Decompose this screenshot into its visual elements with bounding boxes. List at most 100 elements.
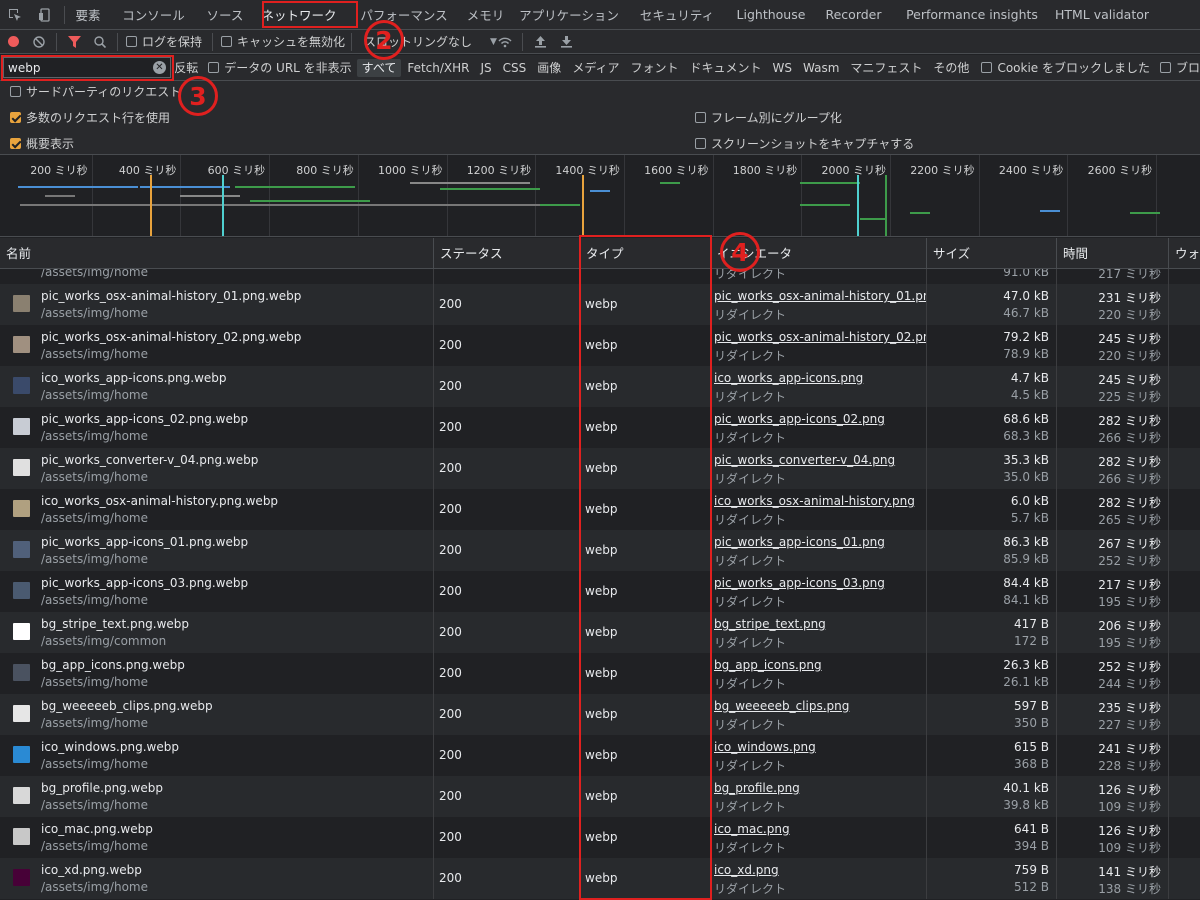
blocked-requests-checkbox[interactable]: ブロ [1159,59,1200,76]
type-filter-1[interactable]: Fetch/XHR [402,59,474,77]
initiator-link[interactable]: ico_windows.png [714,740,816,754]
initiator-link[interactable]: pic_works_osx-animal-history_01.png [714,289,926,303]
image-thumbnail-icon [13,746,30,763]
blocked-cookies-checkbox[interactable]: Cookie をブロックしました [981,59,1150,76]
filter-input[interactable]: webp ✕ [3,57,171,78]
column-waterfall[interactable]: ウォ [1169,238,1200,269]
type-filter-2[interactable]: JS [476,59,497,77]
initiator-sub: リダイレクト [714,800,787,814]
latency: 109 ミリ秒 [1098,841,1161,855]
hide-data-urls-checkbox[interactable]: データの URL を非表示 [208,59,352,76]
type-filter-8[interactable]: WS [768,59,797,77]
group-by-frame-checkbox[interactable]: フレーム別にグループ化 [695,109,842,126]
initiator-link[interactable]: bg_weeeeeb_clips.png [714,699,849,713]
initiator-link[interactable]: pic_works_app-icons_01.png [714,535,885,549]
table-row[interactable]: bg_weeeeeb_clips.png.webp/assets/img/hom… [0,694,1200,735]
record-icon[interactable] [0,30,26,54]
tab-1[interactable]: コンソール [107,0,200,30]
initiator-link[interactable]: pic_works_app-icons_03.png [714,576,885,590]
column-type[interactable]: タイプ [580,238,711,269]
search-icon[interactable] [87,30,113,54]
initiator-link[interactable]: ico_mac.png [714,822,790,836]
table-row[interactable]: pic_works_osx-animal-history_01.png.webp… [0,284,1200,325]
timeline-bar [20,204,580,206]
type-filter-0[interactable]: すべて [356,58,402,77]
overview-checkbox[interactable]: 概要表示 [10,135,74,152]
initiator-link[interactable]: bg_app_icons.png [714,658,822,672]
disable-cache-checkbox[interactable]: キャッシュを無効化 [221,33,345,50]
export-har-icon[interactable] [553,30,579,54]
preserve-log-checkbox[interactable]: ログを保持 [126,33,202,50]
column-time[interactable]: 時間 [1057,238,1169,269]
third-party-checkbox[interactable]: サードパーティのリクエスト [10,83,181,100]
column-size[interactable]: サイズ [927,238,1057,269]
initiator-link[interactable]: pic_works_app-icons_02.png [714,412,885,426]
type-filter-5[interactable]: メディア [567,59,624,77]
type-filter-7[interactable]: ドキュメント [685,59,767,77]
import-har-icon[interactable] [527,30,553,54]
table-row[interactable]: ico_works_osx-animal-history.png.webp/as… [0,489,1200,530]
tab-9[interactable]: Recorder [815,0,892,30]
table-row[interactable]: bg_stripe_text.png.webp/assets/img/commo… [0,612,1200,653]
column-status[interactable]: ステータス [434,238,580,269]
network-conditions-icon[interactable] [492,30,518,54]
image-thumbnail-icon [13,582,30,599]
table-row[interactable]: ico_windows.png.webp/assets/img/home 200 w… [0,735,1200,776]
type-filter-4[interactable]: 画像 [532,59,566,77]
latency: 195 ミリ秒 [1098,595,1161,609]
transfer-size: 86.3 kB [1003,535,1049,549]
table-row[interactable]: pic_works_app-icons_02.png.webp/assets/i… [0,407,1200,448]
type-filter-9[interactable]: Wasm [798,59,844,77]
capture-screenshots-checkbox[interactable]: スクリーンショットをキャプチャする [695,135,914,152]
type-filter-10[interactable]: マニフェスト [845,59,927,77]
total-time: 282 ミリ秒 [1098,414,1161,428]
initiator-link[interactable]: bg_stripe_text.png [714,617,826,631]
filter-icon[interactable] [61,30,87,54]
table-row[interactable]: bg_profile.png.webp/assets/img/home 200 we… [0,776,1200,817]
device-toolbar-icon[interactable] [30,0,60,30]
initiator-link[interactable]: bg_profile.png [714,781,800,795]
tab-0[interactable]: 要素 [69,0,107,30]
tab-7[interactable]: セキュリティ [627,0,727,30]
tab-4[interactable]: パフォーマンス [348,0,460,30]
status-code: 200 [439,748,462,762]
status-code: 200 [439,420,462,434]
request-name: ico_windows.png.webp [41,740,179,754]
total-time: 217 ミリ秒 [1098,578,1161,592]
timeline-bar [235,186,355,188]
type-filter-11[interactable]: その他 [928,59,974,77]
table-row[interactable]: pic_works_osx-animal-history_02.png.webp… [0,325,1200,366]
inspect-element-icon[interactable] [0,0,30,30]
table-row[interactable]: pic_works_app-icons_01.png.webp/assets/i… [0,530,1200,571]
clear-icon[interactable] [26,30,52,54]
tab-8[interactable]: Lighthouse [727,0,815,30]
tab-2[interactable]: ソース [200,0,250,30]
divider [64,5,65,24]
tab-10[interactable]: Performance insights [892,0,1052,30]
table-row[interactable]: pic_works_converter-v_04.png.webp/assets… [0,448,1200,489]
big-rows-checkbox[interactable]: 多数のリクエスト行を使用 [10,109,170,126]
table-row[interactable]: ico_works_app-icons.png.webp/assets/img/… [0,366,1200,407]
overview-timeline[interactable]: 200 ミリ秒 400 ミリ秒 600 ミリ秒 800 ミリ秒 1000 ミリ秒 1200… [0,155,1200,237]
clear-filter-icon[interactable]: ✕ [153,61,166,74]
tab-11[interactable]: HTML validator [1052,0,1152,30]
initiator-link[interactable]: ico_xd.png [714,863,779,877]
tab-6[interactable]: アプリケーション [511,0,627,30]
request-name: ico_mac.png.webp [41,822,153,836]
table-row[interactable]: pic_works_app-icons_03.png.webp/assets/i… [0,571,1200,612]
status-code: 200 [439,666,462,680]
table-row[interactable]: bg_app_icons.png.webp/assets/img/home 200… [0,653,1200,694]
type-filter-3[interactable]: CSS [498,59,532,77]
table-row[interactable]: /assets/img/home リダイレクト 91.0 kB 217 ミリ秒 [0,269,1200,284]
table-row[interactable]: ico_xd.png.webp/assets/img/home 200 webp ic… [0,858,1200,899]
type-filter-6[interactable]: フォント [625,59,683,77]
tab-3[interactable]: ネットワーク [250,0,348,30]
column-name[interactable]: 名前 [0,238,434,269]
initiator-link[interactable]: ico_works_osx-animal-history.png [714,494,915,508]
initiator-link[interactable]: pic_works_osx-animal-history_02.png [714,330,926,344]
tab-5[interactable]: メモリ [460,0,511,30]
initiator-link[interactable]: ico_works_app-icons.png [714,371,863,385]
initiator-link[interactable]: pic_works_converter-v_04.png [714,453,895,467]
table-row[interactable]: ico_mac.png.webp/assets/img/home 200 webp i… [0,817,1200,858]
latency: 266 ミリ秒 [1098,431,1161,445]
